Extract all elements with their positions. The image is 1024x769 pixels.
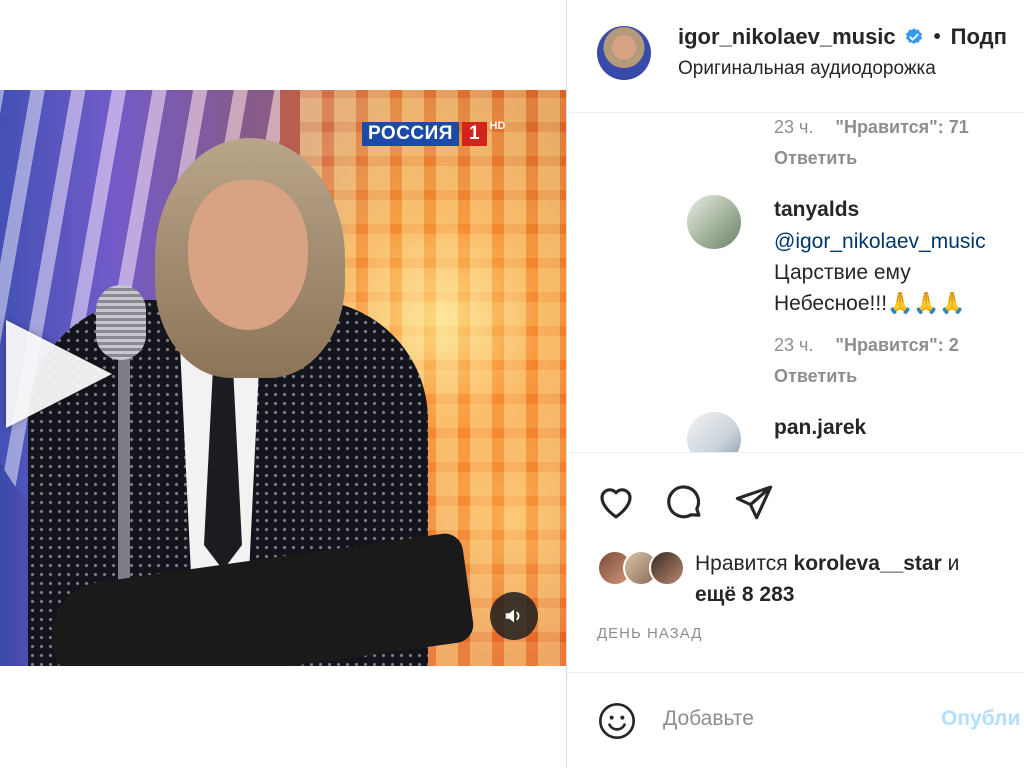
mute-button[interactable]	[490, 592, 538, 640]
author-avatar[interactable]	[597, 26, 651, 80]
comment-line-2: Небесное!!!🙏🙏🙏	[774, 292, 966, 315]
video-player[interactable]: РОССИЯ 1 HD	[0, 90, 566, 666]
comment-meta: 23 ч. "Нравится": 2	[774, 335, 959, 356]
likes-prefix: Нравится	[695, 552, 788, 575]
follow-button[interactable]: Подп	[951, 24, 1007, 50]
liker-username[interactable]: koroleva__star	[794, 552, 942, 575]
comment-mention[interactable]: @igor_nikolaev_music	[774, 226, 986, 257]
commenter-username[interactable]: pan.jarek	[774, 416, 866, 440]
reply-button[interactable]: Ответить	[774, 366, 857, 387]
post-date[interactable]: ДЕНЬ НАЗАД	[597, 625, 702, 642]
comment-icon[interactable]	[663, 481, 705, 523]
audio-track-link[interactable]: Оригинальная аудиодорожка	[678, 58, 936, 80]
comment-time: 23 ч.	[774, 335, 814, 355]
reply-button[interactable]: Ответить	[774, 148, 857, 169]
channel-hd: HD	[489, 120, 506, 132]
comments-list[interactable]: 23 ч. "Нравится": 71 Ответить tanyalds @i…	[567, 112, 1024, 452]
liker-avatar[interactable]	[649, 550, 685, 586]
post-header: igor_nikolaev_music • Подп Оригинальная …	[567, 0, 1024, 113]
likes-count[interactable]: ещё 8 283	[695, 579, 1024, 610]
emoji-icon[interactable]	[597, 701, 637, 741]
commenter-username[interactable]: tanyalds	[774, 198, 859, 222]
channel-logo: РОССИЯ 1 HD	[362, 120, 505, 148]
channel-number: 1	[461, 122, 487, 146]
commenter-avatar[interactable]	[687, 195, 741, 249]
liker-avatars	[597, 550, 685, 586]
play-icon[interactable]	[6, 320, 112, 428]
comment-likes[interactable]: "Нравится": 71	[835, 117, 968, 137]
verified-badge-icon	[905, 28, 922, 45]
comment-input[interactable]: Добавьте	[663, 707, 754, 731]
channel-name: РОССИЯ	[362, 122, 459, 146]
performer-face	[188, 180, 308, 330]
comment-text: @igor_nikolaev_music Царствие ему Небесн…	[774, 226, 986, 319]
comment-likes[interactable]: "Нравится": 2	[835, 335, 958, 355]
share-send-icon[interactable]	[733, 481, 775, 523]
publish-button[interactable]: Опубли	[941, 707, 1020, 731]
post-actions: Нравится koroleva__star и ещё 8 283 ДЕНЬ…	[567, 452, 1024, 673]
comment-meta: 23 ч. "Нравится": 71	[774, 117, 969, 138]
author-username[interactable]: igor_nikolaev_music	[678, 24, 896, 50]
like-heart-icon[interactable]	[595, 481, 637, 523]
post-side-panel: igor_nikolaev_music • Подп Оригинальная …	[566, 0, 1024, 768]
comment-line-1: Царствие ему	[774, 261, 911, 284]
author-row: igor_nikolaev_music • Подп	[678, 24, 1007, 50]
likes-summary: Нравится koroleva__star и ещё 8 283	[597, 548, 1024, 610]
speaker-icon	[505, 609, 520, 623]
commenter-avatar[interactable]	[687, 412, 741, 452]
comment-time: 23 ч.	[774, 117, 814, 137]
likes-suffix: и	[947, 552, 960, 575]
media-column: РОССИЯ 1 HD	[0, 0, 566, 768]
separator-dot: •	[933, 25, 941, 48]
add-comment-bar: Добавьте Опубли	[567, 672, 1024, 769]
likes-text: Нравится koroleva__star и ещё 8 283	[695, 548, 1024, 610]
